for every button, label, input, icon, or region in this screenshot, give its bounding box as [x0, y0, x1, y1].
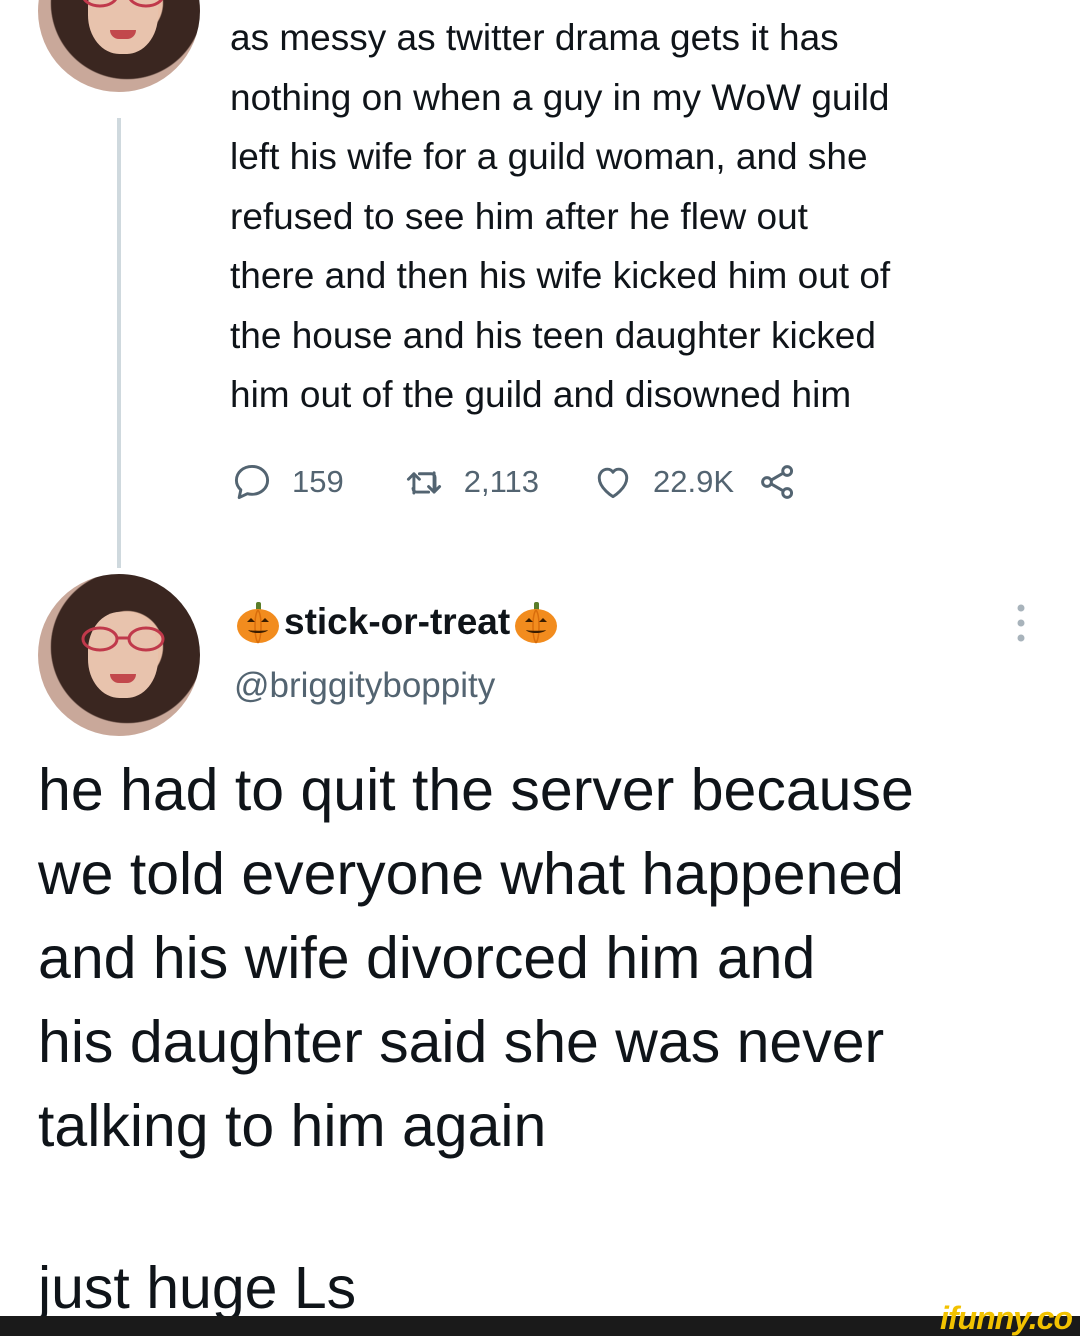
reply-avatar[interactable] [38, 574, 200, 736]
like-count: 22.9K [653, 464, 735, 499]
thread-line [117, 118, 121, 568]
avatar-face [88, 0, 158, 54]
display-name-text: stick-or-treat [284, 601, 511, 642]
watermark-bar [0, 1316, 1080, 1336]
watermark-logo: ifunny.co [939, 1300, 1073, 1336]
pumpkin-icon [515, 602, 558, 644]
glasses-icon [81, 626, 165, 652]
more-options-icon[interactable] [1010, 600, 1032, 646]
share-icon [761, 465, 794, 499]
reply-text: he had to quit the server because we tol… [38, 757, 914, 1159]
pumpkin-icon [237, 602, 279, 644]
glasses-icon [83, 0, 163, 8]
reply-count: 159 [292, 464, 344, 499]
like-button[interactable]: 22.9K [591, 460, 734, 504]
reply-icon [234, 464, 270, 500]
retweet-icon [406, 471, 441, 495]
avatar[interactable] [38, 0, 200, 92]
display-name[interactable]: stick-or-treat [234, 598, 560, 646]
retweet-count: 2,113 [463, 464, 540, 499]
tweet-actions: 159 2,113 22.9K [230, 452, 800, 512]
tweet-text: as messy as twitter drama gets it has no… [230, 17, 891, 415]
user-handle[interactable]: @briggityboppity [234, 666, 495, 706]
retweet-button[interactable]: 2,113 [402, 460, 539, 504]
like-icon [597, 467, 629, 499]
reply-button[interactable]: 159 [230, 460, 344, 504]
avatar-face [88, 612, 158, 698]
share-button[interactable] [756, 460, 800, 504]
